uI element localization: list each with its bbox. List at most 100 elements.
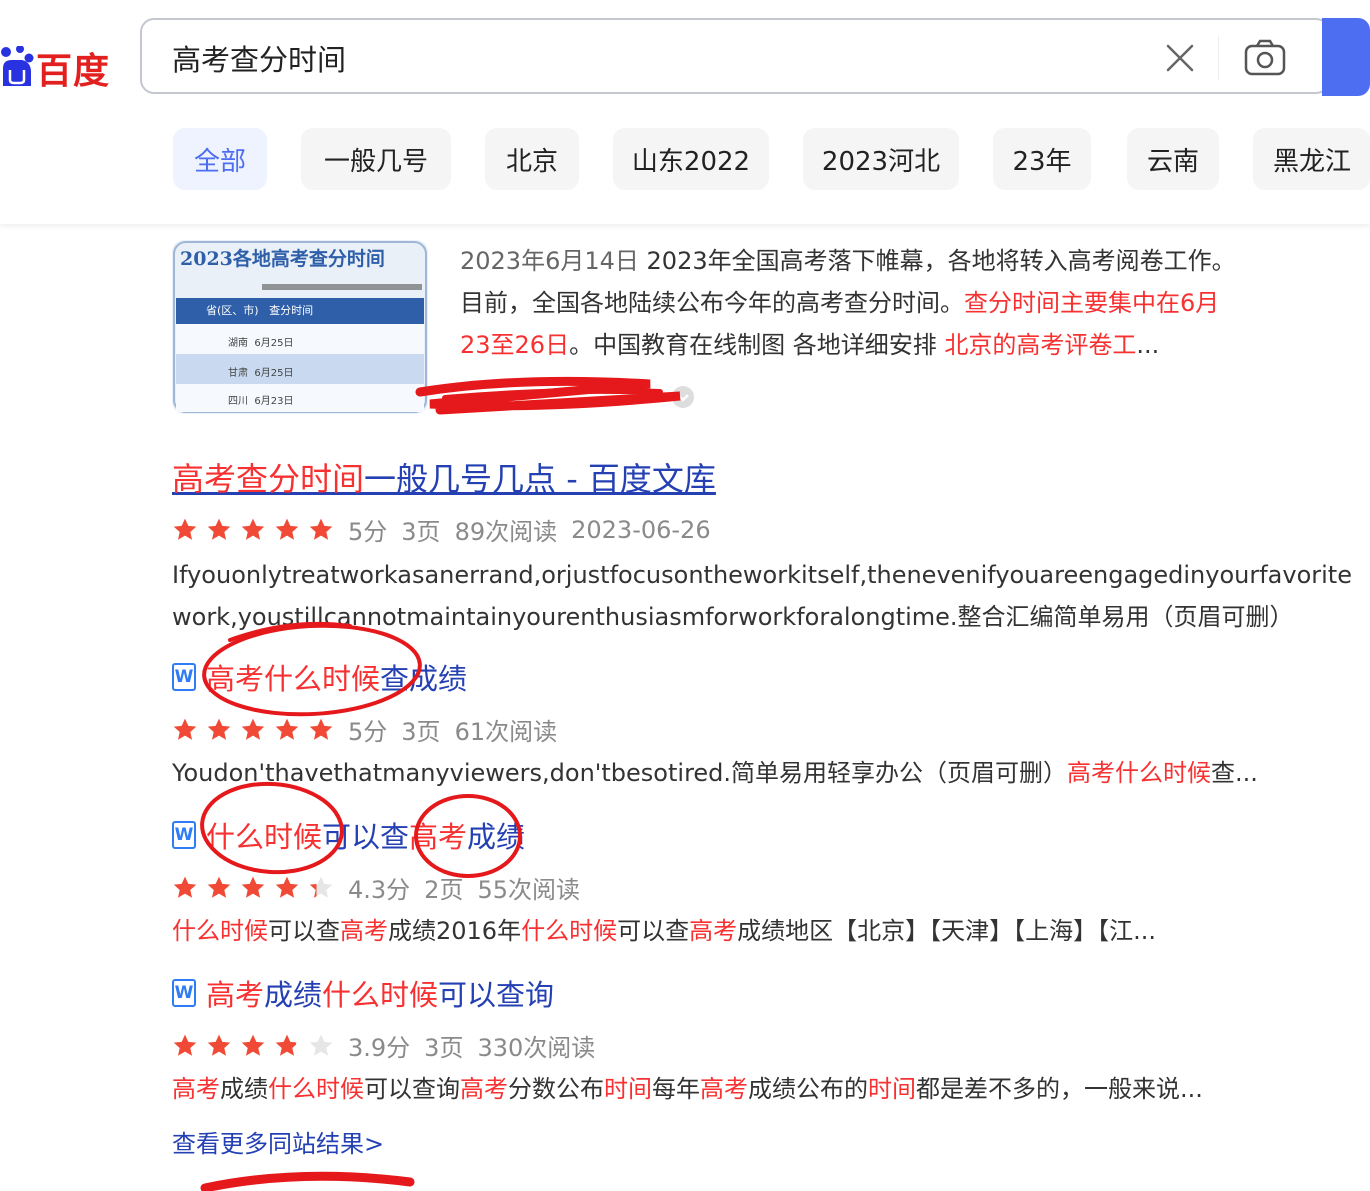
feedback-icon[interactable] — [668, 384, 698, 414]
highlight-text: 高考什么时候 — [1067, 759, 1212, 787]
tab-23-year[interactable]: 23年 — [993, 128, 1091, 190]
highlight-text: 什么时候 — [521, 917, 618, 945]
tab-2023-hebei[interactable]: 2023河北 — [803, 128, 959, 190]
doc-title-link[interactable]: 什么时候可以查高考成绩 — [206, 814, 525, 856]
star-icon — [309, 876, 333, 898]
plain-text: 成绩地区【北京】【天津】【上海】【江... — [737, 917, 1156, 945]
star-icon — [309, 718, 333, 740]
snippet-highlight: 查分时间主要集中在6月 — [964, 289, 1220, 317]
title-highlight: 高考查分时间 — [172, 460, 365, 498]
tab-all[interactable]: 全部 — [173, 128, 267, 190]
doc-title-link[interactable]: 高考什么时候查成绩 — [206, 656, 467, 698]
read-count: 330次阅读 — [477, 1034, 596, 1062]
snippet-highlight: 23至26日 — [460, 331, 570, 359]
doc-title-row[interactable]: W 什么时候可以查高考成绩 — [172, 814, 525, 856]
plain-text: 都是差不多的，一般来说... — [916, 1075, 1203, 1103]
star-icon — [241, 876, 265, 898]
word-doc-icon: W — [172, 663, 196, 691]
logo-text: 百度 — [36, 51, 111, 92]
snippet-text: 2023年全国高考落下帷幕，各地将转入高考阅卷工作。 — [646, 247, 1236, 275]
star-rating — [172, 517, 334, 543]
result-description: Ifyouonlytreatworkasanerrand,orjustfocus… — [172, 554, 1352, 638]
page-count: 3页 — [401, 518, 441, 546]
star-icon — [275, 1034, 299, 1056]
doc-snippet: 什么时候可以查高考成绩2016年什么时候可以查高考成绩地区【北京】【天津】【上海… — [172, 910, 1156, 952]
doc-title-row[interactable]: W 高考成绩什么时候可以查询 — [172, 972, 554, 1014]
highlight-text: 时间 — [868, 1075, 916, 1103]
plain-text: 可以查询 — [364, 1075, 460, 1103]
more-results-link[interactable]: 查看更多同站结果> — [172, 1124, 384, 1159]
tab-yunnan[interactable]: 云南 — [1127, 128, 1219, 190]
search-button[interactable] — [1322, 18, 1370, 96]
plain-text: 每年 — [652, 1075, 700, 1103]
camera-icon[interactable] — [1242, 36, 1288, 80]
featured-snippet: 2023年6月14日 2023年全国高考落下帷幕，各地将转入高考阅卷工作。 目前… — [460, 240, 1300, 366]
highlight-text: 高考 — [700, 1075, 748, 1103]
featured-image-title: 2023各地高考查分时间 — [180, 248, 385, 270]
star-icon — [241, 718, 265, 740]
star-icon — [173, 876, 197, 898]
highlight-text: 什么时候 — [172, 917, 268, 945]
search-input[interactable] — [170, 34, 1134, 82]
scribble-mark — [200, 1171, 415, 1191]
rating-score: 3.9分 — [348, 1034, 411, 1062]
star-icon — [173, 518, 197, 540]
rating-score: 5分 — [348, 718, 388, 746]
star-icon — [241, 518, 265, 540]
plain-text: 分数公布 — [508, 1075, 604, 1103]
star-icon — [207, 518, 231, 540]
paw-icon — [1, 46, 34, 86]
plain-text: 成绩 — [264, 978, 323, 1012]
plain-text: 成绩 — [220, 1075, 268, 1103]
plain-text: 查成绩 — [380, 662, 468, 696]
star-icon — [309, 1034, 333, 1056]
word-doc-icon: W — [172, 979, 196, 1007]
search-divider — [1218, 36, 1219, 80]
plain-text: 查... — [1211, 759, 1258, 787]
doc-snippet: Youdon'thavethatmanyviewers,don'tbesotir… — [172, 752, 1258, 794]
tab-beijing[interactable]: 北京 — [485, 128, 579, 190]
search-header: 百度 全部 一般几号 北京 山东2022 2023河北 23年 云南 黑龙江 — [0, 0, 1370, 224]
highlight-text: 高考什么时候 — [206, 662, 381, 696]
star-icon — [173, 718, 197, 740]
page-count: 3页 — [424, 1034, 464, 1062]
clear-search-icon[interactable] — [1160, 38, 1200, 78]
star-icon — [275, 718, 299, 740]
star-icon — [275, 518, 299, 540]
publish-date: 2023-06-26 — [571, 515, 711, 544]
scribble-mark — [442, 387, 663, 401]
highlight-text: 高考 — [460, 1075, 508, 1103]
featured-image-row: 四川 6月23日 — [228, 396, 294, 407]
tab-usual-date[interactable]: 一般几号 — [301, 128, 451, 190]
search-box[interactable] — [140, 18, 1330, 94]
tab-heilongjiang[interactable]: 黑龙江 — [1253, 128, 1370, 190]
snippet-highlight: 北京的高考评卷工 — [944, 331, 1137, 359]
star-icon — [309, 518, 333, 540]
plain-text: 可以查 — [268, 917, 340, 945]
featured-image[interactable]: 2023各地高考查分时间 省(区、市) 查分时间 湖南 6月25日 甘肃 6月2… — [172, 240, 428, 414]
plain-text: 成绩公布的 — [748, 1075, 868, 1103]
result-title-link[interactable]: 高考查分时间一般几号几点 - 百度文库 — [172, 454, 716, 500]
star-icon — [173, 1034, 197, 1056]
plain-text: 成绩2016年 — [388, 917, 522, 945]
plain-text: 可以查 — [617, 917, 690, 945]
tab-shandong-2022[interactable]: 山东2022 — [613, 128, 769, 190]
star-icon — [207, 876, 231, 898]
highlight-text: 高考 — [206, 978, 265, 1012]
baidu-logo[interactable]: 百度 — [0, 28, 120, 98]
doc-meta: 4.3分 2页 55次阅读 — [172, 870, 580, 905]
featured-image-row: 湖南 6月25日 — [228, 338, 294, 349]
snippet-date: 2023年6月14日 — [460, 247, 639, 275]
scribble-mark — [415, 376, 681, 415]
doc-title-link[interactable]: 高考成绩什么时候可以查询 — [206, 972, 554, 1014]
doc-meta: 3.9分 3页 330次阅读 — [172, 1028, 595, 1063]
doc-title-row[interactable]: W 高考什么时候查成绩 — [172, 656, 467, 698]
highlight-text: 什么时候 — [268, 1075, 364, 1103]
highlight-text: 高考 — [689, 917, 738, 945]
read-count: 61次阅读 — [454, 718, 558, 746]
plain-text: 成绩 — [467, 820, 526, 854]
star-rating — [172, 1033, 334, 1059]
page-count: 2页 — [424, 876, 464, 904]
highlight-text: 高考 — [340, 917, 388, 945]
highlight-text: 时间 — [604, 1075, 652, 1103]
